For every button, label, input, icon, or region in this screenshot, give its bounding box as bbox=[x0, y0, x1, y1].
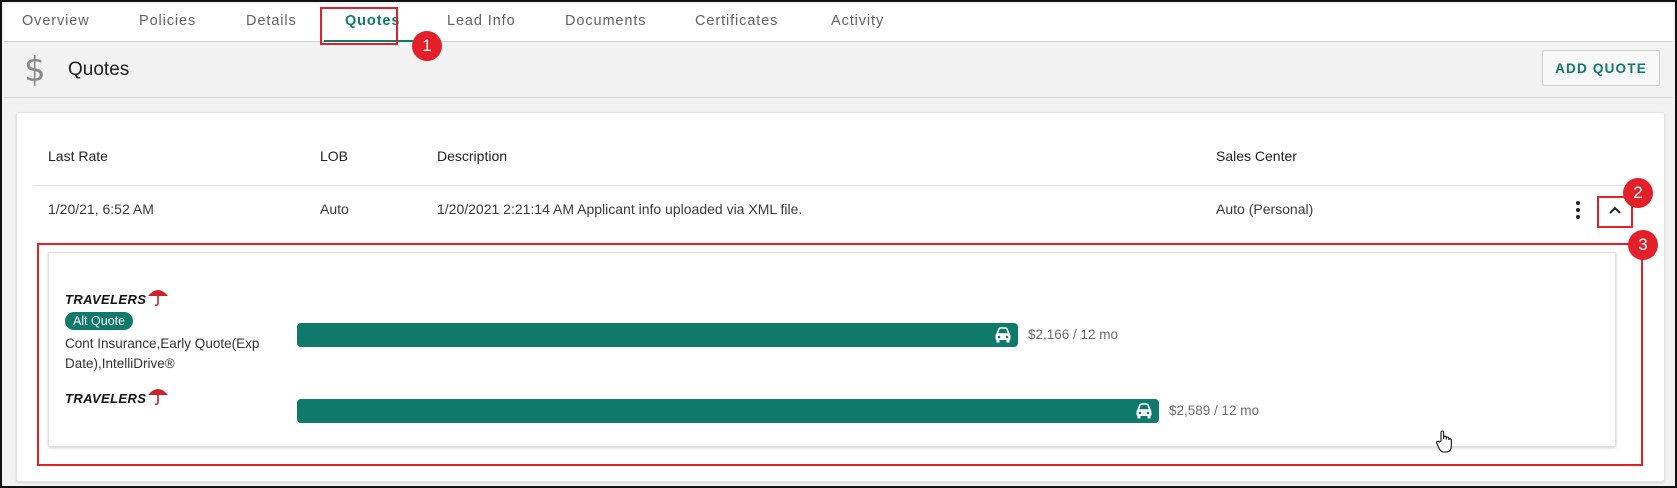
column-header-description: Description bbox=[437, 148, 508, 164]
annotation-number-3: 3 bbox=[1628, 230, 1658, 260]
tab-lead-info[interactable]: Lead Info bbox=[447, 13, 516, 29]
more-options-icon[interactable] bbox=[1568, 198, 1588, 222]
tab-overview[interactable]: Overview bbox=[22, 13, 90, 29]
tab-bar: Overview Policies Details Quotes Lead In… bbox=[4, 4, 1673, 42]
dollar-icon: $ bbox=[24, 50, 46, 90]
hand-cursor-icon bbox=[1436, 430, 1452, 453]
add-quote-button[interactable]: ADD QUOTE bbox=[1542, 50, 1660, 86]
column-header-lob: LOB bbox=[320, 148, 349, 164]
header-divider bbox=[33, 185, 1648, 186]
annotation-number-2: 2 bbox=[1623, 178, 1653, 208]
cell-sales-center: Auto (Personal) bbox=[1216, 201, 1314, 217]
annotation-number-1: 1 bbox=[412, 31, 442, 61]
tab-details[interactable]: Details bbox=[246, 13, 297, 29]
column-header-sales-center: Sales Center bbox=[1216, 148, 1297, 164]
page-title: Quotes bbox=[68, 59, 130, 80]
annotation-box-1 bbox=[320, 7, 398, 45]
app-frame: Overview Policies Details Quotes Lead In… bbox=[0, 0, 1677, 488]
cell-last-rate: 1/20/21, 6:52 AM bbox=[48, 201, 154, 217]
tab-documents[interactable]: Documents bbox=[565, 13, 646, 29]
annotation-box-3 bbox=[37, 243, 1643, 466]
tab-policies[interactable]: Policies bbox=[139, 13, 196, 29]
section-header: $ Quotes ADD QUOTE bbox=[4, 42, 1673, 98]
cell-lob: Auto bbox=[320, 201, 349, 217]
cell-description: 1/20/2021 2:21:14 AM Applicant info uplo… bbox=[437, 201, 803, 217]
tab-certificates[interactable]: Certificates bbox=[695, 13, 778, 29]
column-header-last-rate: Last Rate bbox=[48, 148, 108, 164]
tab-activity[interactable]: Activity bbox=[831, 13, 884, 29]
